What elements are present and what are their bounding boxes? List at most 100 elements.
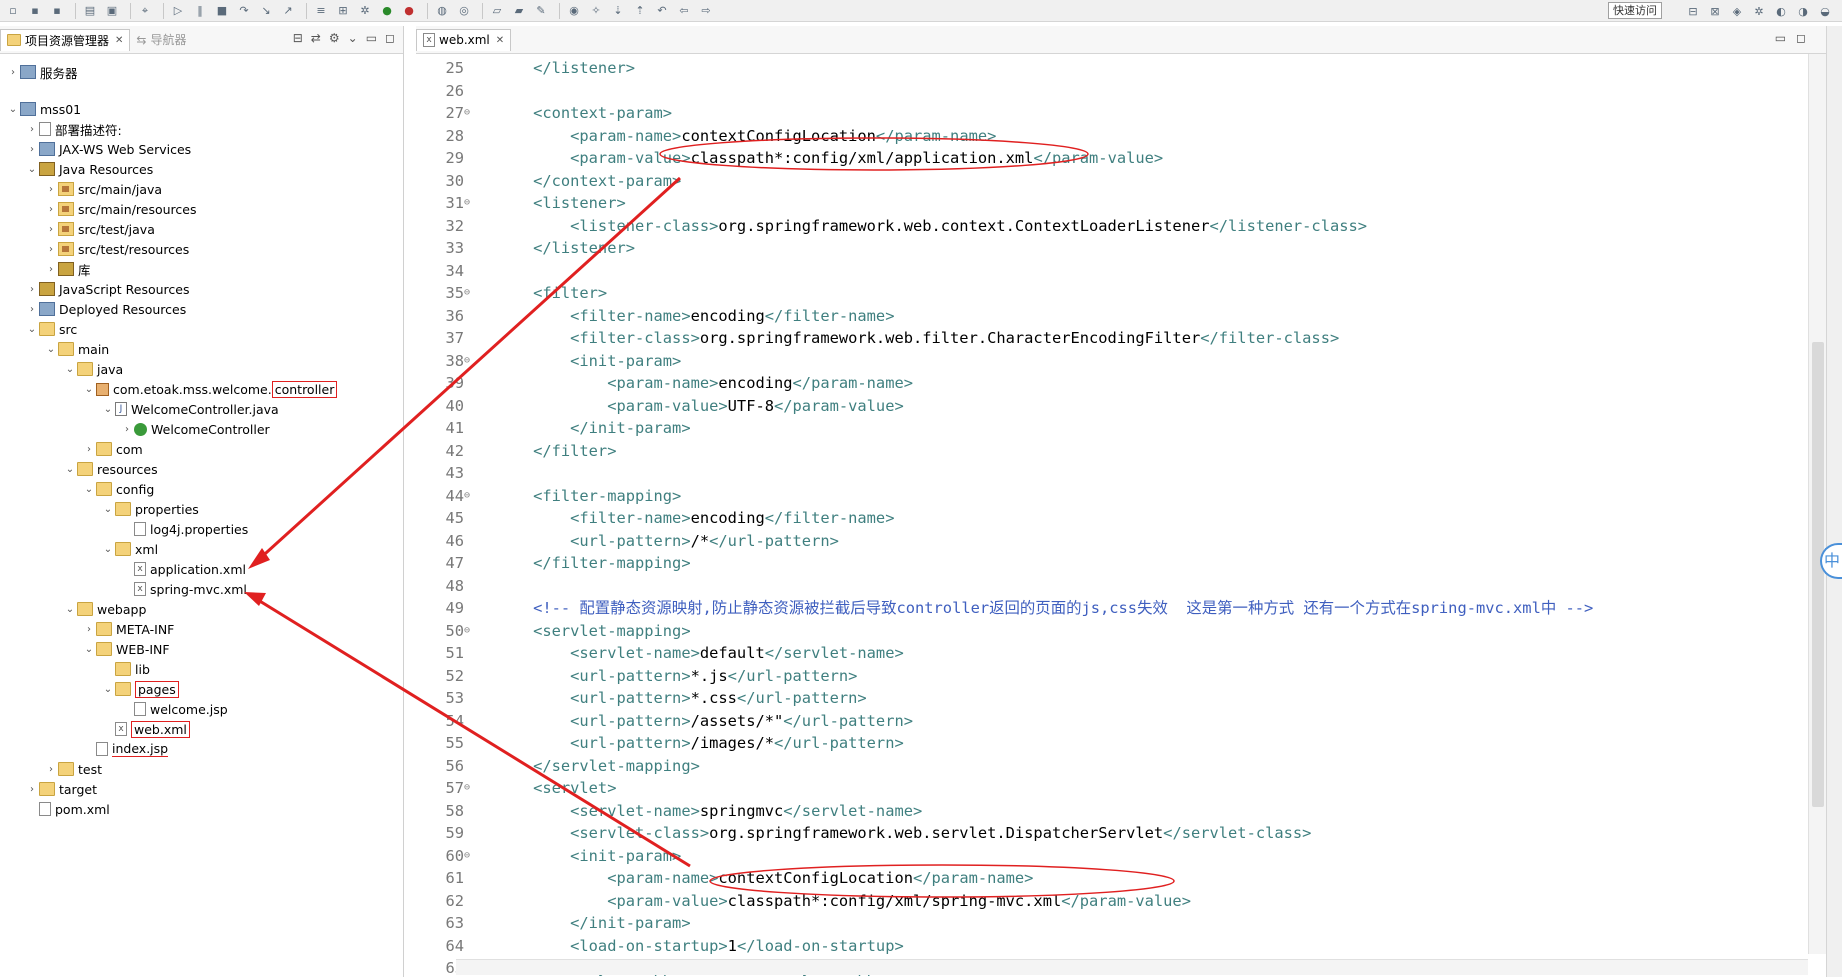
tree-item[interactable]: ⌄ src bbox=[25, 319, 77, 339]
tree-item[interactable]: ⌄ pages bbox=[101, 679, 179, 699]
tree-item[interactable]: ⌄ Java Resources bbox=[25, 159, 153, 179]
chevron-right-icon[interactable]: › bbox=[44, 264, 58, 275]
code-line[interactable]: 44 ⊖ <filter-mapping> bbox=[416, 485, 1796, 507]
maximize-icon[interactable]: ◻ bbox=[1796, 31, 1806, 45]
tree-item[interactable]: ⌄ main bbox=[44, 339, 109, 359]
minimize-icon[interactable]: ▭ bbox=[1775, 31, 1786, 45]
tab-navigator[interactable]: ⇆ 导航器 bbox=[130, 29, 192, 51]
code-line[interactable]: 50 ⊖ <servlet-mapping> bbox=[416, 620, 1796, 642]
tree-item[interactable]: log4j.properties bbox=[120, 519, 248, 539]
tree-item[interactable]: › JAX-WS Web Services bbox=[25, 139, 191, 159]
tree-item[interactable]: › target bbox=[25, 779, 97, 799]
tree-item[interactable]: x web.xml bbox=[101, 719, 190, 739]
mark-icon[interactable]: ⊞ bbox=[334, 2, 352, 20]
fold-icon[interactable]: ⊖ bbox=[464, 192, 474, 214]
prev-annotation-icon[interactable]: ⇡ bbox=[631, 2, 649, 20]
chevron-down-icon[interactable]: ⌄ bbox=[101, 504, 115, 515]
save-all-icon[interactable]: ▪ bbox=[48, 2, 66, 20]
java-perspective-icon[interactable]: ◈ bbox=[1728, 2, 1746, 20]
terminal-icon[interactable]: ▣ bbox=[103, 2, 121, 20]
tree-item[interactable]: lib bbox=[101, 659, 150, 679]
search-icon[interactable]: ✎ bbox=[532, 2, 550, 20]
tree-item[interactable]: ⌄ com.etoak.mss.welcome. controller bbox=[82, 379, 338, 399]
suspend-icon[interactable]: ‖ bbox=[191, 2, 209, 20]
chevron-right-icon[interactable]: › bbox=[44, 224, 58, 235]
tree-item[interactable]: › 部署描述符: bbox=[25, 119, 122, 139]
code-line[interactable]: 25 </listener> bbox=[416, 57, 1796, 79]
chevron-down-icon[interactable]: ⌄ bbox=[101, 544, 115, 555]
code-line[interactable]: 53 <url-pattern>*.css</url-pattern> bbox=[416, 687, 1796, 709]
chevron-right-icon[interactable]: › bbox=[44, 764, 58, 775]
code-line[interactable]: 60 ⊖ <init-param> bbox=[416, 845, 1796, 867]
tree-item[interactable]: › test bbox=[44, 759, 102, 779]
code-line[interactable]: 28 <param-name>contextConfigLocation</pa… bbox=[416, 125, 1796, 147]
tree-item[interactable]: ⌄ webapp bbox=[63, 599, 147, 619]
chevron-right-icon[interactable]: › bbox=[44, 204, 58, 215]
code-line[interactable]: 34 bbox=[416, 260, 1796, 282]
pin-icon[interactable]: ⌖ bbox=[136, 2, 154, 20]
tree-item[interactable]: › Deployed Resources bbox=[25, 299, 186, 319]
chevron-down-icon[interactable]: ⌄ bbox=[63, 364, 77, 375]
code-line[interactable]: 57 ⊖ <servlet> bbox=[416, 777, 1796, 799]
code-line[interactable]: 58 <servlet-name>springmvc</servlet-name… bbox=[416, 800, 1796, 822]
chevron-right-icon[interactable]: › bbox=[44, 184, 58, 195]
fold-icon[interactable]: ⊖ bbox=[464, 350, 474, 372]
new-server-icon[interactable]: ◍ bbox=[433, 2, 451, 20]
code-line[interactable]: 38 ⊖ <init-param> bbox=[416, 350, 1796, 372]
code-line[interactable]: 64 <load-on-startup>1</load-on-startup> bbox=[416, 935, 1796, 957]
fold-icon[interactable]: ⊖ bbox=[464, 485, 474, 507]
last-edit-icon[interactable]: ↶ bbox=[653, 2, 671, 20]
code-line[interactable]: 39 <param-name>encoding</param-name> bbox=[416, 372, 1796, 394]
chevron-down-icon[interactable]: ⌄ bbox=[82, 384, 96, 395]
horizontal-scrollbar[interactable] bbox=[456, 959, 1808, 975]
fold-icon[interactable]: ⊖ bbox=[464, 102, 474, 124]
open-type-icon[interactable]: ▰ bbox=[510, 2, 528, 20]
annotation-icon[interactable]: ✧ bbox=[587, 2, 605, 20]
tree-item[interactable]: › src/test/resources bbox=[44, 239, 189, 259]
fold-icon[interactable]: ⊖ bbox=[464, 777, 474, 799]
open-perspective-icon[interactable]: ⊟ bbox=[1684, 2, 1702, 20]
debug-perspective-icon[interactable]: ✲ bbox=[1750, 2, 1768, 20]
chevron-down-icon[interactable]: ⌄ bbox=[63, 464, 77, 475]
new-web-icon[interactable]: ◎ bbox=[455, 2, 473, 20]
code-line[interactable]: 47 </filter-mapping> bbox=[416, 552, 1796, 574]
tree-item[interactable]: › src/main/resources bbox=[44, 199, 196, 219]
save-icon[interactable]: ▪ bbox=[26, 2, 44, 20]
java-ee-perspective-icon[interactable]: ⊠ bbox=[1706, 2, 1724, 20]
tree-item[interactable]: x spring-mvc.xml bbox=[120, 579, 247, 599]
tree-item[interactable]: x application.xml bbox=[120, 559, 246, 579]
chevron-down-icon[interactable]: ⌄ bbox=[82, 644, 96, 655]
back-icon[interactable]: ⇦ bbox=[675, 2, 693, 20]
fold-icon[interactable]: ⊖ bbox=[464, 282, 474, 304]
toggle-icon[interactable]: ≡ bbox=[312, 2, 330, 20]
code-line[interactable]: 56 </servlet-mapping> bbox=[416, 755, 1796, 777]
tree-item[interactable]: ⌄ java bbox=[63, 359, 123, 379]
code-line[interactable]: 41 </init-param> bbox=[416, 417, 1796, 439]
chevron-right-icon[interactable]: › bbox=[25, 304, 39, 315]
code-editor[interactable]: 25 </listener> 26 27 ⊖ <context-param> 28 <p… bbox=[416, 54, 1808, 977]
link-editor-icon[interactable]: ⇄ bbox=[311, 31, 321, 45]
code-line[interactable]: 32 <listener-class>org.springframework.w… bbox=[416, 215, 1796, 237]
code-line[interactable]: 48 bbox=[416, 575, 1796, 597]
chevron-right-icon[interactable]: › bbox=[25, 124, 39, 135]
debug-icon[interactable]: ✲ bbox=[356, 2, 374, 20]
code-line[interactable]: 55 <url-pattern>/images/*</url-pattern> bbox=[416, 732, 1796, 754]
quick-access-field[interactable]: 快速访问 bbox=[1608, 2, 1662, 19]
code-line[interactable]: 26 bbox=[416, 80, 1796, 102]
run-tools-icon[interactable]: ● bbox=[400, 2, 418, 20]
run-icon[interactable]: ● bbox=[378, 2, 396, 20]
code-line[interactable]: 40 <param-value>UTF-8</param-value> bbox=[416, 395, 1796, 417]
code-line[interactable]: 33 </listener> bbox=[416, 237, 1796, 259]
code-line[interactable]: 37 <filter-class>org.springframework.web… bbox=[416, 327, 1796, 349]
tree-item[interactable]: › src/main/java bbox=[44, 179, 162, 199]
code-line[interactable]: 49 <!-- 配置静态资源映射,防止静态资源被拦截后导致controller返… bbox=[416, 597, 1796, 619]
tree-item[interactable]: pom.xml bbox=[25, 799, 110, 819]
filter-icon[interactable]: ⚙ bbox=[329, 31, 340, 45]
tree-item[interactable]: › META-INF bbox=[82, 619, 174, 639]
tree-item[interactable]: › WelcomeController bbox=[120, 419, 270, 439]
step-over-icon[interactable]: ↗ bbox=[279, 2, 297, 20]
code-line[interactable]: 54 <url-pattern>/assets/*"</url-pattern> bbox=[416, 710, 1796, 732]
chevron-down-icon[interactable]: ⌄ bbox=[63, 604, 77, 615]
chevron-right-icon[interactable]: › bbox=[44, 244, 58, 255]
print-icon[interactable]: ▤ bbox=[81, 2, 99, 20]
